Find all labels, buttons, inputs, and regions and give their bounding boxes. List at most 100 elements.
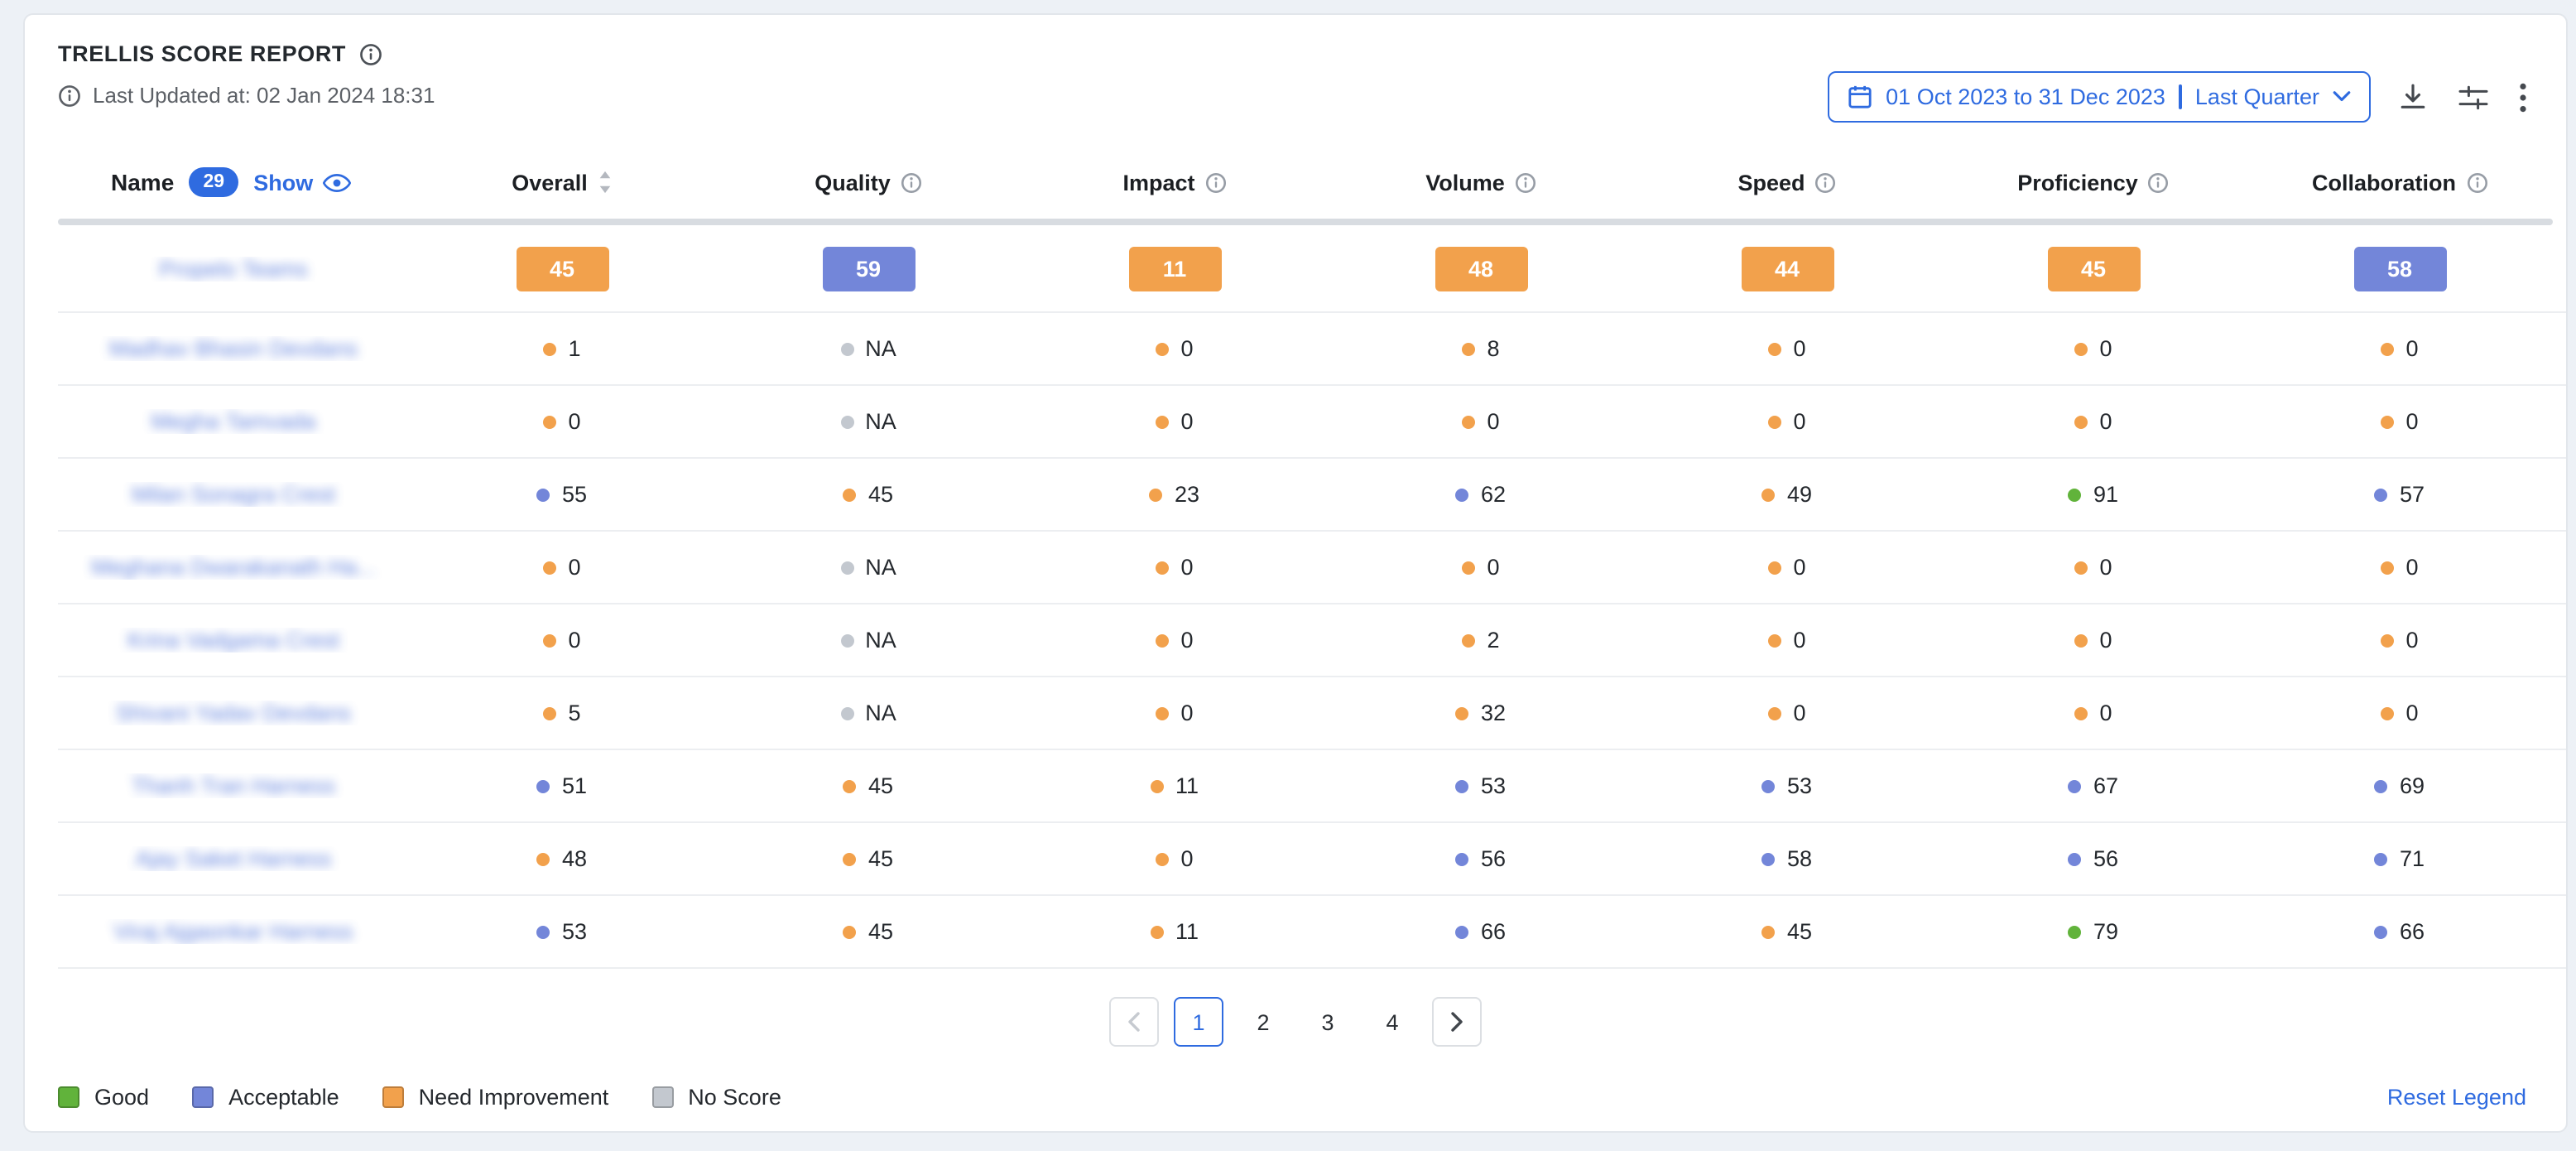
score-cell: 0 (2247, 409, 2553, 434)
score-value: NA (865, 336, 896, 361)
sort-icon[interactable] (598, 171, 613, 194)
score-dot (2074, 706, 2088, 720)
member-name-link[interactable]: Ajay Saket Harness (135, 846, 331, 871)
score-dot (1462, 415, 1475, 428)
report-header: TRELLIS SCORE REPORT Last Updated at: 02… (25, 15, 2566, 123)
more-button[interactable] (2516, 79, 2530, 115)
score-value: 0 (1180, 701, 1193, 725)
score-dot (1156, 852, 1169, 865)
member-name-link[interactable]: Megha Tamvada (151, 409, 315, 434)
member-name-link[interactable]: Krina Vadgama Crest (127, 628, 339, 653)
score-dot (840, 633, 853, 647)
score-value: 45 (868, 846, 893, 871)
member-name-link[interactable]: Viraj Ajgaonkar Harness (113, 919, 353, 944)
score-dot (543, 415, 556, 428)
column-label: Volume (1425, 170, 1505, 195)
legend-item-none[interactable]: No Score (651, 1085, 781, 1110)
member-name-link[interactable]: Thanh Tran Harness (132, 773, 335, 798)
table-row: Madhav Bhasin Devdans1NA08000 (58, 313, 2566, 386)
score-dot (840, 342, 853, 355)
score-value: NA (865, 409, 896, 434)
score-cell: 11 (1021, 773, 1328, 798)
legend-item-good[interactable]: Good (58, 1085, 149, 1110)
score-value: 49 (1787, 482, 1812, 507)
score-value: 0 (1793, 409, 1805, 434)
prev-page-button[interactable] (1109, 997, 1159, 1047)
column-header-overall[interactable]: Overall (409, 170, 715, 195)
score-value: 91 (2093, 482, 2118, 507)
score-dot (543, 342, 556, 355)
member-name-link[interactable]: Shivani Yadav Devdans (116, 701, 351, 725)
show-link[interactable]: Show (253, 170, 351, 195)
column-label: Proficiency (2017, 170, 2138, 195)
score-cell: 0 (1634, 409, 1940, 434)
column-info-icon[interactable] (1515, 171, 1536, 193)
team-name-link[interactable]: Propelo Teams (159, 256, 308, 281)
column-info-icon[interactable] (2466, 171, 2487, 193)
score-cell: 45 (1940, 246, 2247, 291)
summary-score-badge: 44 (1741, 246, 1833, 291)
summary-score-badge: 58 (2353, 246, 2446, 291)
legend-item-warn[interactable]: Need Improvement (382, 1085, 609, 1110)
score-value: 0 (2405, 555, 2418, 580)
title-info-icon[interactable] (359, 42, 382, 65)
reset-legend-link[interactable]: Reset Legend (2387, 1085, 2526, 1110)
member-name-link[interactable]: Madhav Bhasin Devdans (109, 336, 358, 361)
name-cell: Propelo Teams (58, 256, 409, 281)
name-cell: Megha Tamvada (58, 409, 409, 434)
column-info-icon[interactable] (1815, 171, 1837, 193)
member-name-link[interactable]: Meghana Dwarakanath Ha... (91, 555, 376, 580)
next-page-button[interactable] (1432, 997, 1482, 1047)
chevron-right-icon (1450, 1012, 1463, 1032)
score-value: 5 (568, 701, 580, 725)
page-button-1[interactable]: 1 (1174, 997, 1223, 1047)
score-dot (2375, 488, 2388, 501)
score-dot (843, 488, 857, 501)
score-cell: NA (715, 409, 1021, 434)
table-body: Propelo Teams45591148444558Madhav Bhasin… (25, 225, 2566, 969)
score-value: 51 (562, 773, 587, 798)
pagination: 1234 (25, 997, 2566, 1047)
legend-item-acceptable[interactable]: Acceptable (192, 1085, 339, 1110)
score-cell: 58 (1634, 846, 1940, 871)
page-button-3[interactable]: 3 (1303, 997, 1353, 1047)
download-button[interactable] (2396, 79, 2430, 114)
page-button-4[interactable]: 4 (1367, 997, 1417, 1047)
column-info-icon[interactable] (2148, 171, 2170, 193)
score-cell: 69 (2247, 773, 2553, 798)
score-dot (1768, 633, 1781, 647)
score-cell: 45 (1634, 919, 1940, 944)
score-value: NA (865, 701, 896, 725)
date-range-button[interactable]: 01 Oct 2023 to 31 Dec 2023 Last Quarter (1828, 71, 2371, 123)
column-info-icon[interactable] (901, 171, 922, 193)
score-dot (537, 925, 550, 938)
score-cell: 0 (409, 555, 715, 580)
score-cell: 0 (1328, 409, 1634, 434)
legend-bar: Good Acceptable Need Improvement No Score R… (58, 1085, 2526, 1110)
score-cell: 0 (409, 409, 715, 434)
score-value: 53 (562, 919, 587, 944)
score-value: NA (865, 555, 896, 580)
member-name-link[interactable]: Milan Sonagra Crest (132, 482, 335, 507)
score-dot (1156, 633, 1169, 647)
column-label: Overall (512, 170, 588, 195)
page-button-2[interactable]: 2 (1238, 997, 1288, 1047)
toolbar: 01 Oct 2023 to 31 Dec 2023 Last Quarter (1828, 71, 2530, 123)
score-cell: 62 (1328, 482, 1634, 507)
settings-button[interactable] (2455, 80, 2492, 113)
score-dot (2069, 852, 2082, 865)
column-info-icon[interactable] (1205, 171, 1227, 193)
score-value: 57 (2400, 482, 2425, 507)
score-value: 67 (2093, 773, 2118, 798)
score-cell: 67 (1940, 773, 2247, 798)
score-cell: 53 (1634, 773, 1940, 798)
report-title-block: TRELLIS SCORE REPORT Last Updated at: 02… (58, 41, 435, 108)
score-cell: 23 (1021, 482, 1328, 507)
score-cell: 0 (1021, 336, 1328, 361)
table-row: Shivani Yadav Devdans5NA032000 (58, 677, 2566, 750)
score-dot (843, 925, 857, 938)
score-value: 1 (568, 336, 580, 361)
summary-score-badge: 45 (516, 246, 608, 291)
score-value: 66 (2400, 919, 2425, 944)
calendar-icon (1848, 84, 1872, 109)
